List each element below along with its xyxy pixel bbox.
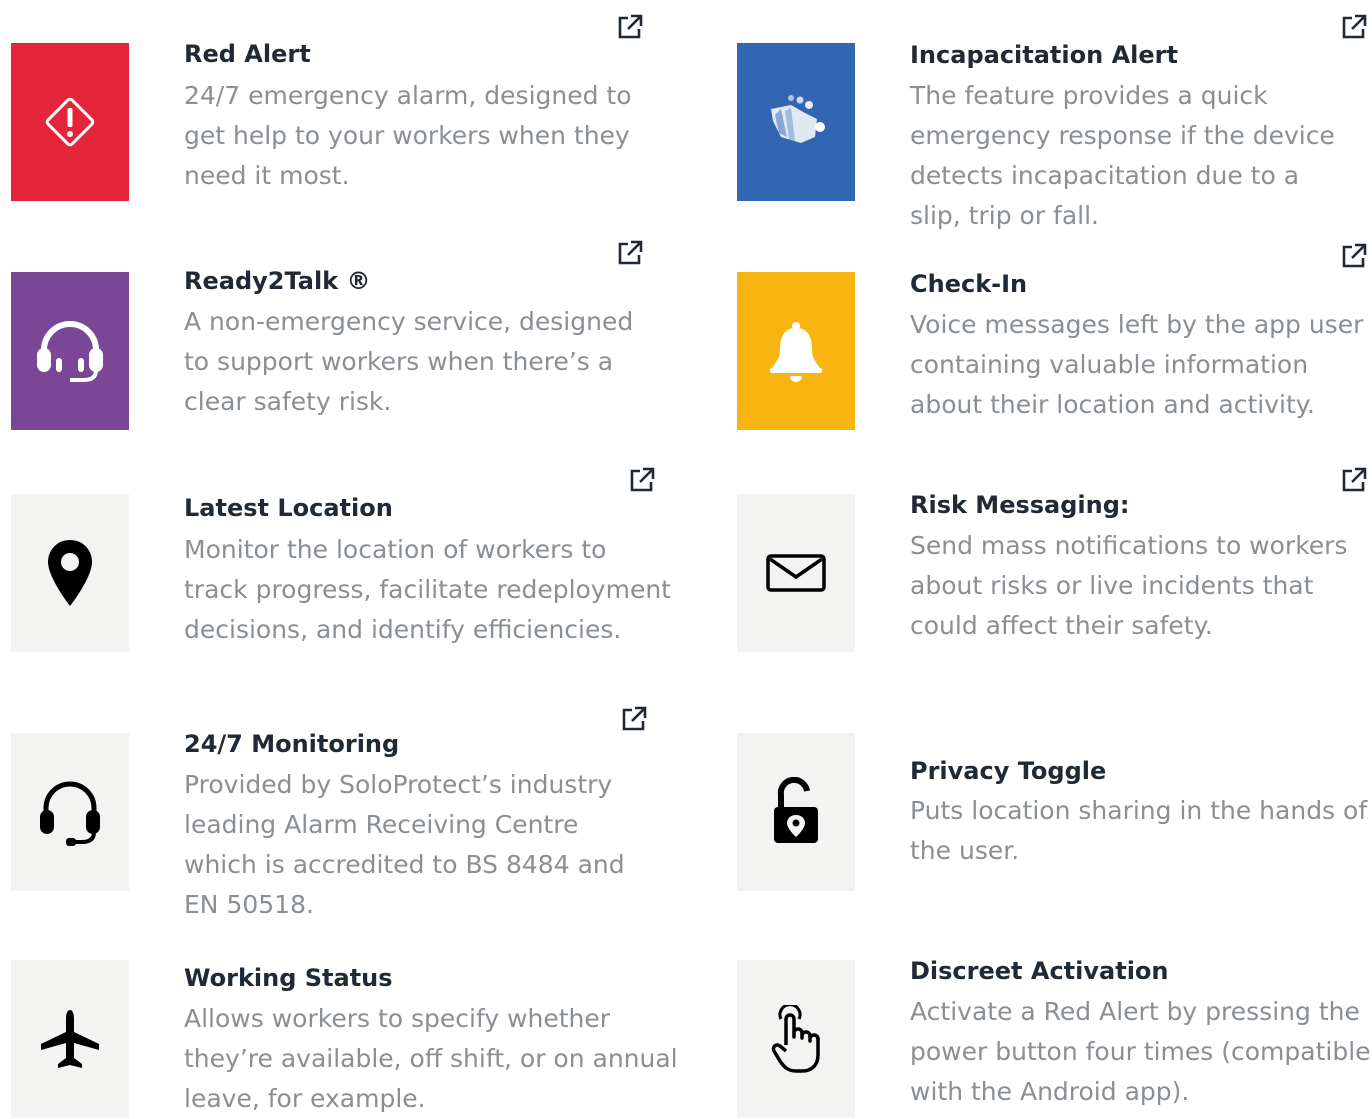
bell-icon	[770, 322, 822, 382]
feature-description: Allows workers to specify whether they’re…	[184, 1004, 678, 1113]
risk-messaging-tile	[737, 494, 855, 652]
envelope-icon	[766, 554, 826, 592]
latest-location-tile	[11, 494, 129, 652]
feature-title: Risk Messaging:	[910, 491, 1130, 519]
feature-description: Send mass notifications to workers about …	[910, 531, 1348, 640]
check-in-tile	[737, 272, 855, 430]
feature-title: Discreet Activation	[910, 957, 1169, 985]
headset-icon	[37, 321, 103, 382]
fall-detection-icon	[771, 95, 825, 143]
external-link-icon[interactable]	[1341, 14, 1367, 40]
feature-description: Voice messages left by the app user conta…	[910, 310, 1364, 419]
privacy-toggle-tile	[737, 733, 855, 891]
feature-title: Working Status	[184, 964, 393, 992]
location-pin-icon	[48, 540, 92, 606]
feature-title: Latest Location	[184, 494, 393, 522]
warning-diamond-icon	[45, 97, 95, 147]
feature-description: Activate a Red Alert by pressing the powe…	[910, 997, 1371, 1106]
external-link-icon[interactable]	[1341, 467, 1367, 493]
working-status-tile	[11, 960, 129, 1118]
headphones-icon	[40, 781, 100, 846]
airplane-icon	[41, 1010, 99, 1068]
external-link-icon[interactable]	[629, 467, 655, 493]
external-link-icon[interactable]	[1341, 243, 1367, 269]
discreet-activation-tile	[737, 960, 855, 1118]
feature-title: Incapacitation Alert	[910, 41, 1178, 69]
feature-description: The feature provides a quick emergency re…	[910, 81, 1335, 230]
incapacitation-alert-tile	[737, 43, 855, 201]
feature-description: 24/7 emergency alarm, designed to get hel…	[184, 81, 632, 190]
red-alert-tile	[11, 43, 129, 201]
external-link-icon[interactable]	[621, 706, 647, 732]
feature-title: Ready2Talk ®	[184, 267, 371, 295]
feature-description: A non-emergency service, designed to supp…	[184, 307, 634, 416]
feature-title: 24/7 Monitoring	[184, 730, 400, 758]
monitoring-tile	[11, 733, 129, 891]
feature-description: Monitor the location of workers to track …	[184, 535, 671, 644]
feature-title: Check-In	[910, 270, 1028, 298]
feature-description: Provided by SoloProtect’s industry leadin…	[184, 770, 625, 919]
ready2talk-tile	[11, 272, 129, 430]
feature-title: Red Alert	[184, 40, 311, 68]
pointing-hand-icon	[771, 1005, 820, 1073]
unlocked-padlock-icon	[774, 777, 818, 843]
external-link-icon[interactable]	[617, 240, 643, 266]
feature-description: Puts location sharing in the hands of the…	[910, 796, 1368, 865]
feature-title: Privacy Toggle	[910, 757, 1107, 785]
external-link-icon[interactable]	[617, 14, 643, 40]
